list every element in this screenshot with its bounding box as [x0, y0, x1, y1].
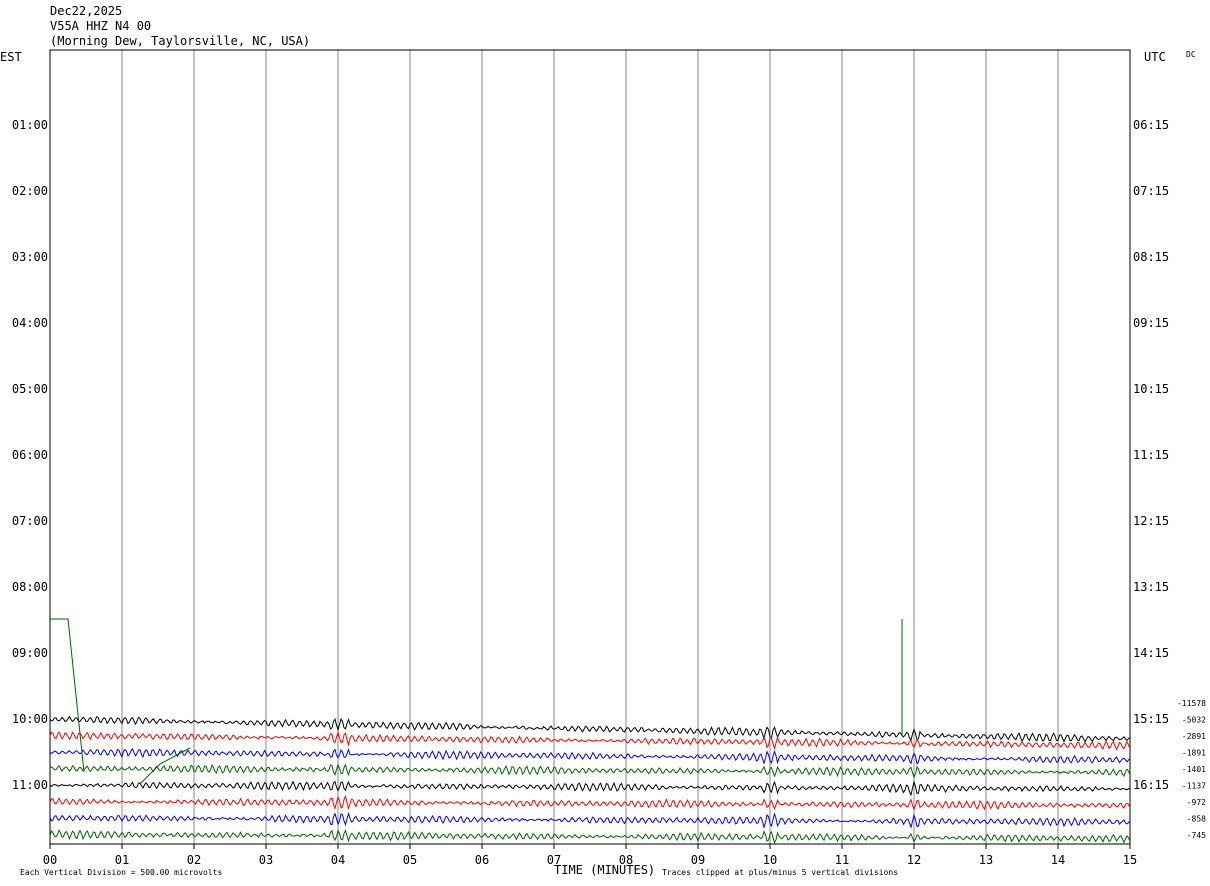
left-hour-label: 07:00 [12, 514, 48, 528]
row-offset-label: -11578 [1177, 699, 1206, 708]
row-offset-label: -1137 [1182, 782, 1206, 791]
left-hour-label: 05:00 [12, 382, 48, 396]
right-hour-label: 15:15 [1133, 712, 1169, 726]
division-note: Each Vertical Division = 500.00 microvol… [20, 868, 222, 877]
row-offset-label: -2891 [1182, 732, 1206, 741]
seismic-trace [49, 828, 1131, 845]
x-tick-label: 02 [187, 853, 201, 867]
plot-frame [49, 49, 1131, 845]
left-timezone-label: EST [0, 50, 22, 64]
right-hour-label: 06:15 [1133, 118, 1169, 132]
x-axis-title: TIME (MINUTES) [554, 863, 655, 877]
seismic-trace [49, 730, 1131, 751]
right-hour-label: 12:15 [1133, 514, 1169, 528]
clip-note: Traces clipped at plus/minus 5 vertical … [662, 868, 898, 877]
x-tick-label: 06 [475, 853, 489, 867]
right-timezone-label: UTC [1144, 50, 1166, 64]
x-tick-label: 15 [1123, 853, 1137, 867]
trace-layer [49, 618, 1131, 845]
seismic-trace [49, 780, 1131, 797]
left-hour-label: 06:00 [12, 448, 48, 462]
x-tick-label: 10 [763, 853, 777, 867]
row-offset-label: -745 [1187, 831, 1206, 840]
x-tick-label: 00 [43, 853, 57, 867]
x-tick-label: 13 [979, 853, 993, 867]
row-offset-label: -5032 [1182, 716, 1206, 725]
seismogram-chart: EST UTC DC TIME (MINUTES) Each Vertical … [0, 49, 1206, 877]
x-tick-label: 04 [331, 853, 345, 867]
right-hour-label: 16:15 [1133, 778, 1169, 792]
right-hour-label: 10:15 [1133, 382, 1169, 396]
left-hour-label: 01:00 [12, 118, 48, 132]
seismic-trace [49, 811, 1131, 830]
seismic-trace [49, 763, 1131, 779]
grid-lines [49, 50, 1131, 849]
right-hour-label: 14:15 [1133, 646, 1169, 660]
seismic-trace [49, 715, 1131, 743]
left-hour-label: 10:00 [12, 712, 48, 726]
seismic-trace [49, 794, 1131, 811]
left-hour-label: 04:00 [12, 316, 48, 330]
right-hour-label: 13:15 [1133, 580, 1169, 594]
right-hour-label: 08:15 [1133, 250, 1169, 264]
clipped-trace-segment [50, 618, 85, 773]
x-tick-label: 09 [691, 853, 705, 867]
row-offset-label: -1891 [1182, 749, 1206, 758]
left-hour-label: 02:00 [12, 184, 48, 198]
row-offset-label: -972 [1187, 798, 1206, 807]
left-hour-label: 03:00 [12, 250, 48, 264]
left-hour-label: 11:00 [12, 778, 48, 792]
right-hour-label: 07:15 [1133, 184, 1169, 198]
left-hour-label: 09:00 [12, 646, 48, 660]
x-tick-label: 11 [835, 853, 849, 867]
left-hour-label: 08:00 [12, 580, 48, 594]
x-tick-label: 14 [1051, 853, 1065, 867]
seismic-trace [49, 747, 1131, 765]
row-offset-label: -1401 [1182, 765, 1206, 774]
x-tick-label: 07 [547, 853, 561, 867]
x-tick-label: 01 [115, 853, 129, 867]
x-tick-label: 12 [907, 853, 921, 867]
corner-tag: DC [1186, 50, 1196, 59]
row-offset-label: -858 [1187, 815, 1206, 824]
x-tick-label: 05 [403, 853, 417, 867]
x-tick-label: 08 [619, 853, 633, 867]
x-tick-label: 03 [259, 853, 273, 867]
right-hour-label: 11:15 [1133, 448, 1169, 462]
right-hour-label: 09:15 [1133, 316, 1169, 330]
